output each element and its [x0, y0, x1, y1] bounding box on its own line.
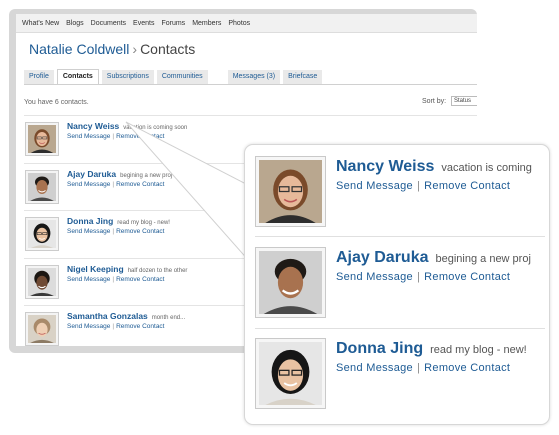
avatar-large[interactable] — [255, 156, 326, 227]
contact-name[interactable]: Donna Jing read my blog - new! — [336, 340, 527, 358]
sort-label: Sort by: — [422, 98, 447, 105]
person-photo-icon — [28, 125, 56, 153]
send-message-link[interactable]: Send Message — [67, 181, 110, 188]
row-divider — [255, 328, 545, 329]
zoom-contact-row: Ajay Daruka begining a new proj Send Mess… — [255, 247, 545, 335]
contact-name[interactable]: Nancy Weiss vacation is coming — [336, 158, 532, 176]
avatar[interactable] — [25, 169, 59, 204]
nav-forums[interactable]: Forums — [161, 20, 185, 27]
contact-name[interactable]: Ajay Daruka begining a new proj — [67, 169, 172, 179]
send-message-link[interactable]: Send Message — [67, 276, 110, 283]
tab-profile[interactable]: Profile — [24, 70, 54, 84]
send-message-link[interactable]: Send Message — [336, 180, 413, 192]
contact-name[interactable]: Samantha Gonzalas month end... — [67, 311, 185, 321]
contact-name[interactable]: Nigel Keeping half dozen to the other — [67, 264, 187, 274]
nav-documents[interactable]: Documents — [91, 20, 126, 27]
profile-owner-link[interactable]: Natalie Coldwell — [29, 41, 129, 57]
remove-contact-link[interactable]: Remove Contact — [424, 362, 510, 374]
avatar-large[interactable] — [255, 338, 326, 409]
person-photo-icon — [28, 220, 56, 248]
person-photo-icon — [259, 342, 322, 405]
profile-tabs: Profile Contacts Subscriptions Communiti… — [24, 69, 477, 84]
page-title: Natalie Coldwell › Contacts — [29, 41, 477, 61]
avatar-large[interactable] — [255, 247, 326, 318]
avatar[interactable] — [25, 312, 59, 346]
remove-contact-link[interactable]: Remove Contact — [424, 180, 510, 192]
contact-status: month end... — [151, 315, 186, 321]
person-photo-icon — [259, 251, 322, 314]
tab-contacts[interactable]: Contacts — [56, 69, 99, 84]
contact-actions: Send Message | Remove Contact — [336, 180, 511, 192]
send-message-link[interactable]: Send Message — [336, 271, 413, 283]
send-message-link[interactable]: Send Message — [67, 133, 110, 140]
avatar[interactable] — [25, 122, 59, 156]
contact-status: vacation is coming — [441, 162, 532, 174]
contact-actions: Send Message | Remove Contact — [67, 133, 165, 140]
contact-actions: Send Message | Remove Contact — [67, 323, 165, 330]
remove-contact-link[interactable]: Remove Contact — [116, 228, 164, 235]
zoom-contact-row: Nancy Weiss vacation is coming Send Messa… — [255, 156, 545, 244]
contact-count: You have 6 contacts. — [24, 99, 89, 106]
contact-name[interactable]: Ajay Daruka begining a new proj — [336, 249, 531, 267]
send-message-link[interactable]: Send Message — [67, 323, 110, 330]
avatar[interactable] — [25, 264, 59, 299]
tab-briefcase[interactable]: Briefcase — [283, 70, 323, 84]
nav-blogs[interactable]: Blogs — [66, 20, 84, 27]
send-message-link[interactable]: Send Message — [336, 362, 413, 374]
person-photo-icon — [28, 267, 56, 296]
sort-select[interactable]: Status — [451, 96, 477, 106]
contact-status: read my blog - new! — [430, 344, 527, 356]
contact-name[interactable]: Nancy Weiss vacation is coming soon — [67, 121, 187, 131]
person-photo-icon — [28, 172, 56, 201]
top-navigation: What's New Blogs Documents Events Forums… — [16, 14, 477, 33]
tab-divider — [24, 84, 477, 85]
contact-actions: Send Message | Remove Contact — [67, 180, 165, 188]
breadcrumb-separator: › — [132, 41, 138, 57]
section-title: Contacts — [140, 41, 196, 57]
avatar[interactable] — [25, 217, 59, 251]
contacts-toolbar: You have 6 contacts. Sort by: Status — [16, 95, 477, 115]
remove-contact-link[interactable]: Remove Contact — [116, 323, 164, 330]
tab-communities[interactable]: Communities — [156, 70, 208, 84]
contact-actions: Send Message | Remove Contact — [336, 362, 511, 374]
contact-status: vacation is coming soon — [123, 125, 188, 131]
nav-events[interactable]: Events — [133, 20, 154, 27]
row-divider — [255, 236, 545, 237]
tab-messages[interactable]: Messages (3) — [227, 70, 281, 84]
tab-subscriptions[interactable]: Subscriptions — [101, 70, 154, 84]
remove-contact-link[interactable]: Remove Contact — [116, 276, 164, 283]
send-message-link[interactable]: Send Message — [67, 228, 110, 235]
nav-members[interactable]: Members — [192, 20, 221, 27]
nav-whats-new[interactable]: What's New — [22, 20, 59, 27]
remove-contact-link[interactable]: Remove Contact — [116, 133, 164, 140]
person-photo-icon — [259, 160, 322, 223]
contact-actions: Send Message | Remove Contact — [67, 275, 165, 283]
contact-status: begining a new proj — [120, 172, 173, 179]
zoom-contact-row: Donna Jing read my blog - new! Send Messa… — [255, 338, 545, 426]
contact-actions: Send Message | Remove Contact — [67, 228, 165, 235]
person-photo-icon — [28, 315, 56, 343]
remove-contact-link[interactable]: Remove Contact — [424, 271, 510, 283]
remove-contact-link[interactable]: Remove Contact — [116, 181, 164, 188]
nav-photos[interactable]: Photos — [228, 20, 250, 27]
zoom-callout: Nancy Weiss vacation is coming Send Messa… — [244, 144, 550, 425]
contact-status: begining a new proj — [435, 253, 531, 265]
contact-status: half dozen to the other — [127, 267, 188, 274]
contact-actions: Send Message | Remove Contact — [336, 271, 511, 283]
contact-status: read my blog - new! — [117, 220, 170, 226]
contact-name[interactable]: Donna Jing read my blog - new! — [67, 216, 170, 226]
